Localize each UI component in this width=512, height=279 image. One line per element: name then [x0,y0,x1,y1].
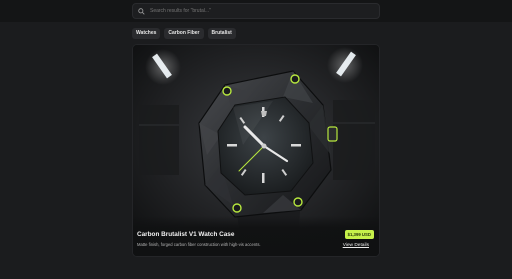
filter-chip-carbon-fiber[interactable]: Carbon Fiber [164,28,204,39]
price-badge: $1,399 USD [344,230,374,239]
search-bar[interactable] [132,3,380,19]
product-description: Matte finish, forged carbon fiber constr… [137,242,261,247]
product-card[interactable]: Carbon Brutalist V1 Watch Case Matte fin… [132,44,380,257]
search-icon [138,7,145,15]
filter-chip-watches[interactable]: Watches [132,28,161,39]
product-title: Carbon Brutalist V1 Watch Case [137,231,235,238]
filter-chips: Watches Carbon Fiber Brutalist [132,28,236,39]
filter-chip-brutalist[interactable]: Brutalist [207,28,236,39]
top-bar [0,0,512,22]
view-details-link[interactable]: View Details [343,243,369,248]
search-input[interactable] [150,8,350,14]
